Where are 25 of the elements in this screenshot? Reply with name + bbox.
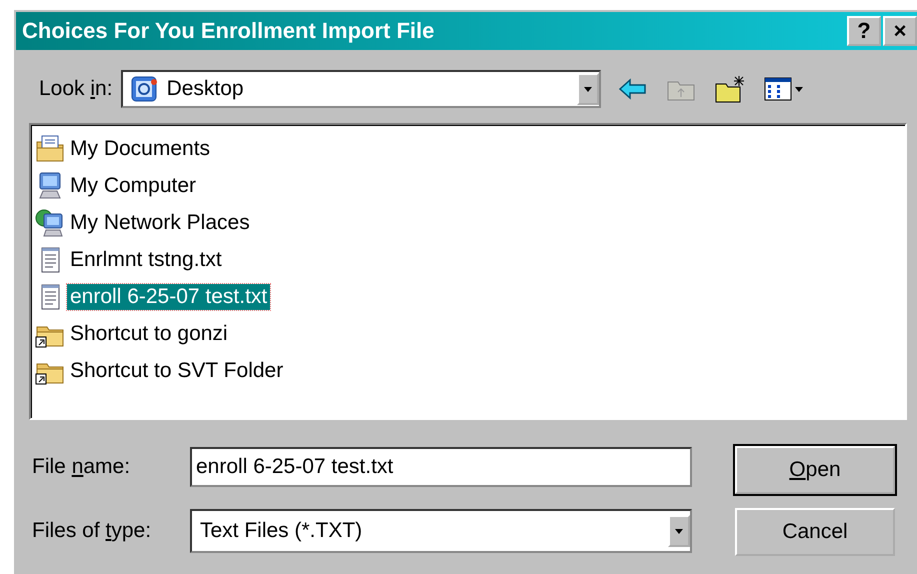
file-name-label: File name: — [32, 455, 132, 479]
help-button[interactable]: ? — [847, 16, 881, 46]
file-type-dropdown[interactable]: Text Files (*.TXT) — [190, 509, 692, 553]
desktop-icon — [128, 74, 159, 104]
open-button[interactable]: Open — [735, 446, 895, 494]
file-item[interactable]: Shortcut to gonzi — [67, 320, 231, 346]
file-item[interactable]: Enrlmnt tstng.txt — [67, 246, 225, 272]
file-type-label: Files of type: — [32, 519, 152, 543]
window-title: Choices For You Enrollment Import File — [22, 18, 434, 44]
back-arrow-icon[interactable] — [616, 76, 649, 102]
file-item[interactable]: My Network Places — [67, 210, 253, 236]
close-button[interactable]: × — [883, 16, 917, 46]
look-in-dropdown[interactable]: Desktop — [120, 70, 601, 108]
file-item[interactable]: enroll 6-25-07 test.txt — [67, 284, 270, 310]
file-type-value: Text Files (*.TXT) — [200, 519, 364, 543]
file-item[interactable]: My Documents — [67, 136, 214, 162]
look-in-label: Look in: — [39, 77, 113, 101]
file-name-field[interactable]: enroll 6-25-07 test.txt — [190, 447, 692, 487]
documents-folder-icon[interactable] — [35, 134, 65, 164]
network-computer-icon[interactable] — [35, 208, 65, 238]
file-item[interactable]: Shortcut to SVT Folder — [67, 358, 286, 384]
file-item[interactable]: My Computer — [67, 172, 200, 198]
cancel-button[interactable]: Cancel — [735, 508, 895, 556]
new-folder-icon[interactable] — [712, 74, 747, 104]
look-in-value: Desktop — [166, 77, 245, 101]
